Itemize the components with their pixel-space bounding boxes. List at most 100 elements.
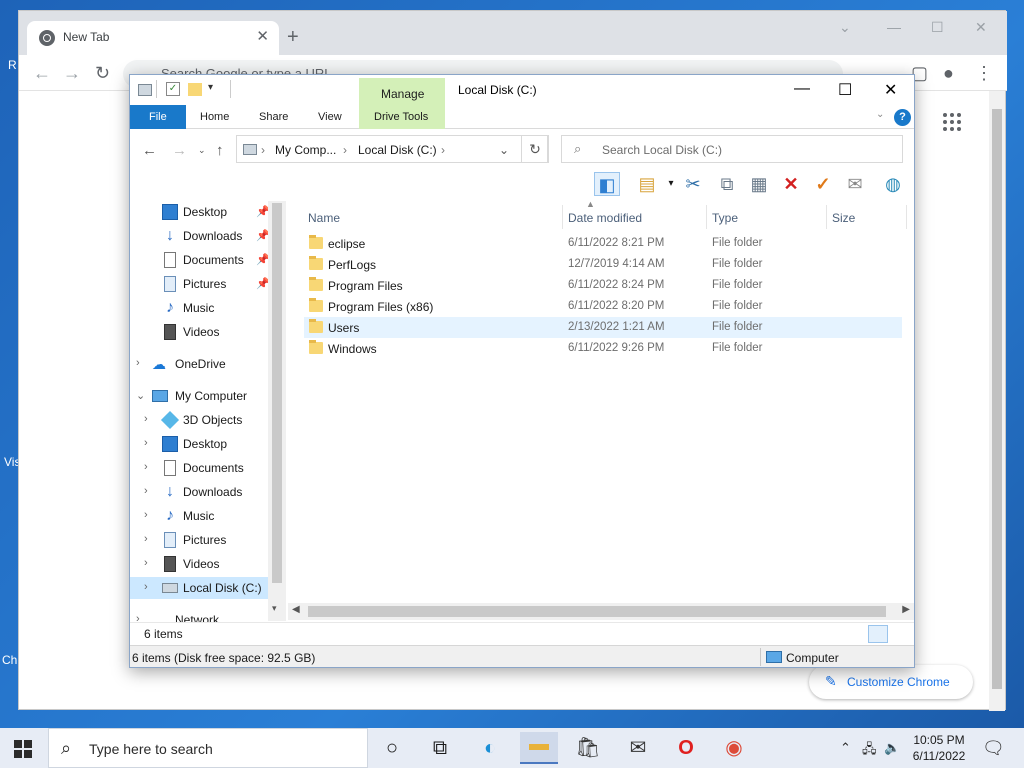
- close-button[interactable]: ✕: [975, 19, 987, 36]
- nav-item-onedrive[interactable]: › ☁ OneDrive: [130, 353, 286, 375]
- chevron-right-icon[interactable]: ›: [144, 461, 148, 473]
- edge-icon[interactable]: ◐: [476, 736, 504, 760]
- expand-ribbon-icon[interactable]: ⌄: [876, 109, 884, 120]
- network-icon[interactable]: 🖧: [862, 740, 877, 762]
- new-folder-icon[interactable]: ▤: [634, 172, 660, 196]
- scroll-right-icon[interactable]: ▶: [902, 604, 910, 615]
- cut-icon[interactable]: ✂: [680, 172, 706, 196]
- copy-icon[interactable]: ⧉: [714, 172, 740, 196]
- email-icon[interactable]: ✉: [842, 172, 868, 196]
- profile-icon[interactable]: ●: [943, 63, 954, 84]
- mail-icon[interactable]: ✉: [624, 736, 652, 760]
- delete-icon[interactable]: ✕: [778, 172, 804, 196]
- column-header-date-modified[interactable]: Date modified: [568, 211, 642, 225]
- rename-check-icon[interactable]: ✓: [810, 172, 836, 196]
- table-row[interactable]: Program Files (x86) 6/11/2022 8:20 PM Fi…: [304, 296, 902, 317]
- nav-item-documents[interactable]: › Documents: [130, 457, 286, 479]
- task-view-icon[interactable]: ⧉: [426, 736, 454, 760]
- horizontal-scrollbar[interactable]: ◀ ▶: [288, 603, 914, 620]
- chrome-scrollbar[interactable]: [989, 91, 1005, 711]
- chevron-right-icon[interactable]: ›: [144, 557, 148, 569]
- nav-item-documents[interactable]: Documents 📌: [130, 249, 286, 271]
- nav-item-pictures[interactable]: Pictures 📌: [130, 273, 286, 295]
- back-icon[interactable]: ←: [142, 142, 157, 159]
- chevron-right-icon[interactable]: ›: [144, 413, 148, 425]
- nav-item-desktop[interactable]: Desktop 📌: [130, 201, 286, 223]
- table-row[interactable]: Windows 6/11/2022 9:26 PM File folder: [304, 338, 902, 359]
- chevron-right-icon[interactable]: ›: [144, 581, 148, 593]
- nav-item-desktop[interactable]: › Desktop: [130, 433, 286, 455]
- menu-icon[interactable]: ⋮: [975, 63, 993, 84]
- file-explorer-icon[interactable]: ▬: [520, 732, 558, 764]
- search-box[interactable]: ⌕ Search Local Disk (C:): [561, 135, 903, 163]
- column-header-type[interactable]: Type: [712, 211, 738, 225]
- help-icon[interactable]: ?: [894, 109, 911, 126]
- chrome-tab[interactable]: New Tab ✕: [27, 21, 279, 55]
- forward-icon[interactable]: →: [63, 63, 81, 84]
- new-tab-button[interactable]: +: [287, 26, 299, 49]
- notifications-icon[interactable]: 🗨: [982, 738, 1005, 759]
- nav-item-downloads[interactable]: › ↓ Downloads: [130, 481, 286, 503]
- start-button[interactable]: [14, 740, 32, 758]
- nav-item-3d-objects[interactable]: › 3D Objects: [130, 409, 286, 431]
- globe-icon[interactable]: ◍: [880, 172, 906, 196]
- up-icon[interactable]: ↑: [216, 142, 224, 159]
- close-tab-icon[interactable]: ✕: [256, 27, 269, 45]
- address-bar[interactable]: › My Comp... › Local Disk (C:) › ⌄: [236, 135, 548, 163]
- minimize-button[interactable]: —: [887, 19, 901, 35]
- table-row[interactable]: eclipse 6/11/2022 8:21 PM File folder: [304, 233, 902, 254]
- customize-chrome-button[interactable]: ✎ Customize Chrome: [809, 665, 973, 699]
- table-row[interactable]: Program Files 6/11/2022 8:24 PM File fol…: [304, 275, 902, 296]
- nav-item-my-computer[interactable]: ⌄ My Computer: [130, 385, 286, 407]
- new-folder-icon[interactable]: [188, 83, 202, 96]
- maximize-button[interactable]: ☐: [931, 19, 944, 36]
- table-row[interactable]: PerfLogs 12/7/2019 4:14 AM File folder: [304, 254, 902, 275]
- large-icons-view-icon[interactable]: [890, 625, 910, 643]
- column-header-size[interactable]: Size: [832, 211, 855, 225]
- nav-item-pictures[interactable]: › Pictures: [130, 529, 286, 551]
- store-icon[interactable]: 🛍: [574, 736, 602, 760]
- breadcrumb-local-disk[interactable]: Local Disk (C:): [358, 143, 437, 157]
- properties-icon[interactable]: ✓: [166, 82, 180, 96]
- reload-icon[interactable]: ↻: [95, 63, 110, 84]
- cortana-icon[interactable]: ○: [378, 736, 406, 760]
- scroll-down-icon[interactable]: ▾: [272, 603, 277, 614]
- column-header-name[interactable]: Name: [308, 211, 340, 225]
- tab-view[interactable]: View: [318, 111, 342, 123]
- chevron-right-icon[interactable]: ›: [144, 485, 148, 497]
- chevron-right-icon[interactable]: ›: [136, 357, 140, 369]
- tab-home[interactable]: Home: [200, 111, 229, 123]
- nav-item-music[interactable]: › ♪ Music: [130, 505, 286, 527]
- manage-contextual-tab[interactable]: Manage: [359, 78, 445, 105]
- table-row[interactable]: Users 2/13/2022 1:21 AM File folder: [304, 317, 902, 338]
- forward-icon[interactable]: →: [172, 142, 187, 159]
- details-view-icon[interactable]: [868, 625, 888, 643]
- refresh-button[interactable]: ↻: [521, 135, 549, 163]
- tab-drive-tools[interactable]: Drive Tools: [359, 105, 445, 129]
- chevron-down-icon[interactable]: ⌄: [499, 143, 509, 157]
- maximize-button[interactable]: ☐: [838, 80, 852, 100]
- breadcrumb-my-computer[interactable]: My Comp...: [275, 143, 336, 157]
- chevron-right-icon[interactable]: ›: [144, 509, 148, 521]
- preview-pane-icon[interactable]: ◧: [594, 172, 620, 196]
- tab-file[interactable]: File: [130, 105, 186, 129]
- chevron-down-icon[interactable]: ⌄: [136, 389, 145, 402]
- minimize-button[interactable]: —: [794, 80, 810, 98]
- close-button[interactable]: ✕: [884, 80, 897, 100]
- chevron-right-icon[interactable]: ›: [144, 533, 148, 545]
- volume-icon[interactable]: 🔈: [884, 740, 900, 756]
- nav-pane-scrollbar[interactable]: ▾: [268, 201, 286, 621]
- scroll-left-icon[interactable]: ◀: [292, 604, 300, 615]
- nav-item-local-disk[interactable]: › Local Disk (C:): [130, 577, 286, 599]
- nav-item-network[interactable]: › Network: [130, 609, 286, 623]
- taskbar-search[interactable]: ⌕ Type here to search: [48, 728, 368, 768]
- chevron-right-icon[interactable]: ›: [144, 437, 148, 449]
- tab-share[interactable]: Share: [259, 111, 288, 123]
- chevron-down-icon[interactable]: ⌄: [839, 19, 851, 36]
- nav-item-videos[interactable]: › Videos: [130, 553, 286, 575]
- paste-icon[interactable]: ▦: [746, 172, 772, 196]
- drive-icon[interactable]: [138, 84, 152, 96]
- nav-item-downloads[interactable]: ↓ Downloads 📌: [130, 225, 286, 247]
- nav-item-videos[interactable]: Videos: [130, 321, 286, 343]
- nav-item-music[interactable]: ♪ Music: [130, 297, 286, 319]
